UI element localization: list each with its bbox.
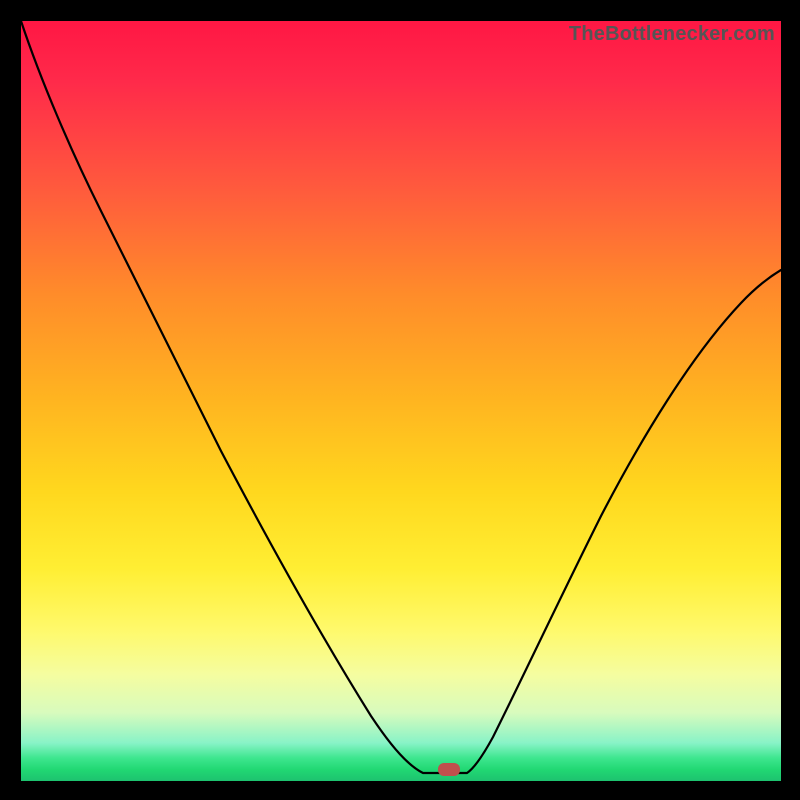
chart-plot-area: TheBottlenecker.com bbox=[21, 21, 781, 781]
bottleneck-curve bbox=[21, 21, 781, 781]
optimal-point-marker bbox=[438, 763, 460, 776]
curve-path bbox=[21, 21, 781, 773]
